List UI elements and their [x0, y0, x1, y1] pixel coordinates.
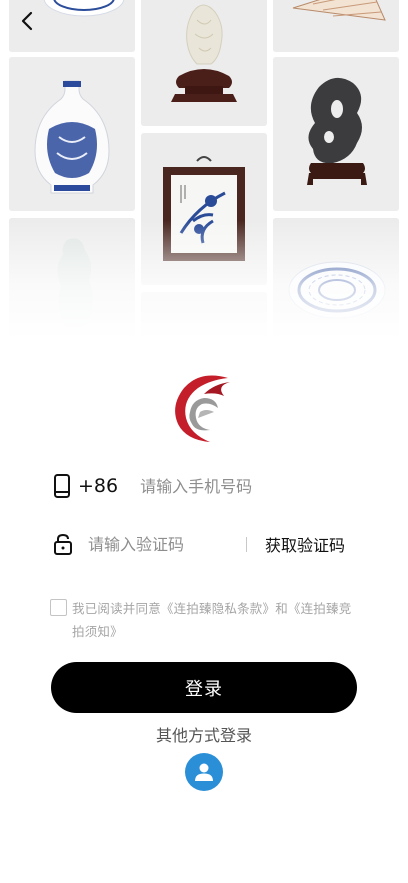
- user-icon: [195, 763, 213, 781]
- agreement-row: 我已阅读并同意《连拍臻隐私条款》和《连拍臻竞拍须知》: [50, 597, 360, 643]
- divider: [246, 536, 247, 552]
- brand-logo: [170, 372, 238, 444]
- alt-login-button[interactable]: [185, 753, 223, 791]
- brand-logo-icon: [175, 375, 230, 442]
- gallery-item-scholar-rock: [273, 57, 399, 211]
- hero-gallery: [0, 0, 408, 340]
- phone-icon: [54, 474, 70, 498]
- gallery-item-blue-white-vase: [9, 57, 135, 211]
- gallery-item-jade-carving: [141, 0, 267, 126]
- gallery-item-folding-fan: [273, 0, 399, 52]
- country-code[interactable]: +86: [78, 475, 118, 497]
- phone-input[interactable]: [140, 476, 356, 496]
- agreement-checkbox[interactable]: [50, 599, 67, 616]
- gallery-item-jade-figure: [9, 218, 135, 340]
- phone-row: +86: [52, 470, 356, 502]
- verification-code-input[interactable]: [88, 534, 238, 554]
- agreement-text[interactable]: 我已阅读并同意《连拍臻隐私条款》和《连拍臻竞拍须知》: [72, 597, 360, 643]
- verification-row: 获取验证码: [52, 528, 356, 560]
- back-button[interactable]: [12, 6, 42, 36]
- other-login-label: 其他方式登录: [155, 726, 252, 745]
- login-button[interactable]: 登录: [51, 662, 357, 713]
- lock-icon: [54, 533, 72, 555]
- gallery-item-porcelain-plaque: [141, 133, 267, 285]
- gallery-item-small-object: [141, 292, 267, 340]
- gallery-item-blue-white-plate: [273, 218, 399, 340]
- get-code-button[interactable]: 获取验证码: [265, 532, 345, 556]
- chevron-left-icon: [21, 11, 33, 31]
